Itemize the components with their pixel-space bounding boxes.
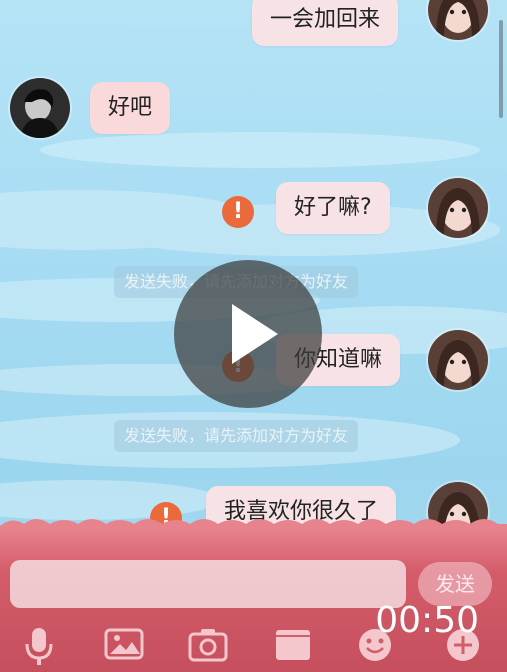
chat-screen: 一会加回来 好吧 ! 好了嘛? 发送失败，请先添加对方	[0, 0, 507, 672]
send-failed-icon[interactable]: !	[222, 196, 254, 228]
my-avatar[interactable]	[428, 178, 488, 238]
microphone-icon[interactable]	[22, 626, 56, 670]
message-text: 好了嘛?	[294, 195, 372, 220]
send-button-label: 发送	[435, 572, 475, 596]
video-timer: 00:50	[375, 600, 479, 641]
contact-avatar[interactable]	[10, 78, 70, 138]
message-bubble-sent[interactable]: 一会加回来	[252, 0, 399, 46]
image-icon[interactable]	[104, 626, 144, 666]
message-text: 好吧	[108, 95, 153, 120]
camera-icon[interactable]	[188, 626, 228, 666]
message-text: 一会加回来	[270, 7, 381, 32]
notice-text: 发送失败，请先添加对方为好友	[124, 426, 349, 445]
system-notice: 发送失败，请先添加对方为好友	[114, 420, 359, 452]
video-play-button[interactable]	[174, 260, 322, 408]
scrollbar[interactable]	[499, 20, 503, 118]
play-icon	[232, 304, 278, 364]
my-avatar[interactable]	[428, 330, 488, 390]
message-bubble-sent[interactable]: 好了嘛?	[276, 182, 390, 234]
folder-icon[interactable]	[274, 626, 312, 666]
message-input[interactable]	[10, 560, 406, 608]
message-bubble-received[interactable]: 好吧	[90, 82, 171, 134]
